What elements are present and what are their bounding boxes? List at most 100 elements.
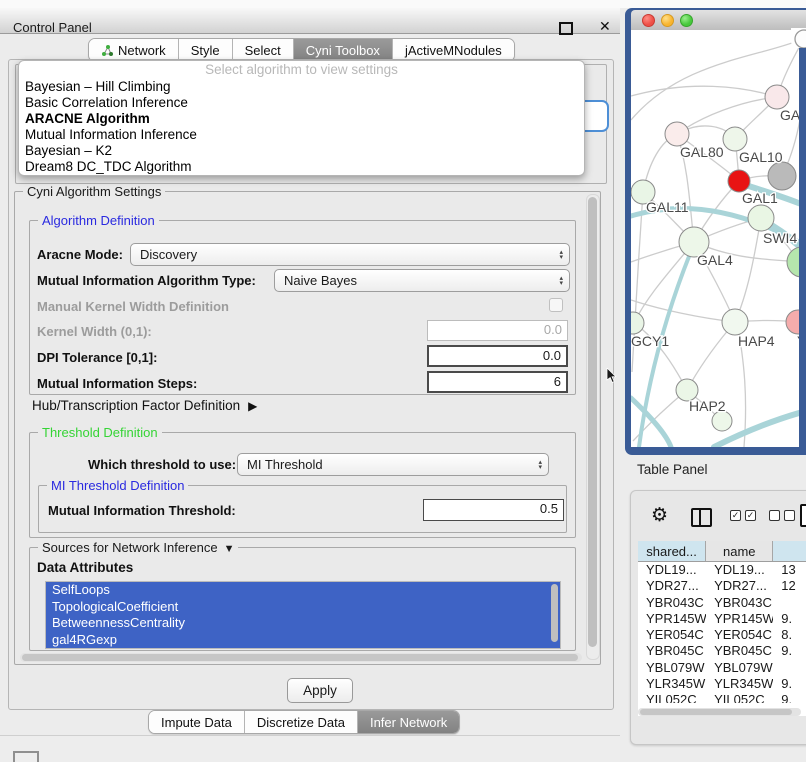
- settings-vscroll-thumb[interactable]: [588, 197, 597, 647]
- algorithm-option-dream8-dc-tdc-algorithm[interactable]: Dream8 DC_TDC Algorithm: [19, 159, 584, 175]
- table-cell: YBR043C: [706, 595, 773, 611]
- table-cell: YBR043C: [638, 595, 706, 611]
- tab-impute-data[interactable]: Impute Data: [149, 711, 245, 733]
- algorithm-option-bayesian-hill-climbing[interactable]: Bayesian – Hill Climbing: [19, 79, 584, 95]
- table-row[interactable]: YBL079WYBL079W: [638, 660, 806, 676]
- columns-icon[interactable]: [691, 508, 712, 527]
- tab-style[interactable]: Style: [179, 39, 233, 61]
- table-cell: 9.: [773, 611, 806, 627]
- tab-cyni-toolbox[interactable]: Cyni Toolbox: [294, 39, 393, 61]
- table-hscroll-thumb[interactable]: [640, 709, 792, 715]
- tab-select[interactable]: Select: [233, 39, 294, 61]
- table-header-row: shared...name: [638, 541, 806, 562]
- network-edge[interactable]: [677, 97, 777, 134]
- network-node-gray-node[interactable]: [768, 162, 796, 190]
- network-edge[interactable]: [735, 218, 761, 322]
- attribute-item-betweennesscentrality[interactable]: BetweennessCentrality: [46, 615, 560, 632]
- network-icon: [101, 44, 114, 57]
- screen: Control Panel ✕ NetworkStyleSelect Cyni T…: [0, 0, 806, 762]
- column-header-extra[interactable]: [773, 541, 806, 561]
- checked-box-icon: ✓: [730, 510, 741, 521]
- network-node-gal1[interactable]: [728, 170, 750, 192]
- table-row[interactable]: YIL052CYIL052C9.: [638, 692, 806, 703]
- network-node-green-right[interactable]: [787, 247, 799, 277]
- settings-hscroll-thumb[interactable]: [22, 654, 578, 661]
- table-cell: YER054C: [706, 627, 773, 643]
- mi-threshold-group: MI Threshold Definition Mutual Informati…: [38, 485, 567, 533]
- table-row[interactable]: YER054CYER054C8.: [638, 627, 806, 643]
- attribute-item-topologicalcoefficient[interactable]: TopologicalCoefficient: [46, 599, 560, 616]
- attribute-item-gal4rgexp[interactable]: gal4RGexp: [46, 632, 560, 649]
- sources-group-title[interactable]: Sources for Network Inference▼: [38, 540, 238, 555]
- expand-right-icon: ▶: [248, 399, 257, 413]
- list-vertical-scrollbar[interactable]: [551, 584, 558, 642]
- close-window-icon[interactable]: [642, 14, 655, 27]
- mi-steps-field[interactable]: 6: [427, 371, 568, 393]
- column-header-shared[interactable]: shared...: [638, 541, 706, 561]
- algorithm-option-bayesian-k2[interactable]: Bayesian – K2: [19, 143, 584, 159]
- network-node-bottom-node[interactable]: [712, 411, 732, 431]
- mi-threshold-field[interactable]: 0.5: [423, 499, 564, 521]
- table-row[interactable]: YDL19...YDL19...13: [638, 562, 806, 578]
- network-canvas[interactable]: GALGAL80GAL10GAL1GAL11SWI4GAL4GCY1HAP4YH…: [631, 30, 799, 447]
- table-horizontal-scrollbar[interactable]: [638, 708, 801, 716]
- network-node-label: HAP2: [689, 398, 726, 414]
- mi-type-select[interactable]: Naive Bayes ▴▾: [274, 269, 570, 292]
- settings-horizontal-scrollbar[interactable]: [20, 653, 582, 662]
- apply-button[interactable]: Apply: [287, 678, 353, 703]
- table-row[interactable]: YBR045CYBR045C9.: [638, 643, 806, 659]
- network-window-titlebar[interactable]: [631, 10, 806, 31]
- manual-kernel-checkbox[interactable]: [549, 298, 563, 312]
- network-node-pink-right[interactable]: [786, 310, 799, 334]
- gear-icon[interactable]: ⚙: [651, 506, 668, 525]
- tab-jactivemnodules[interactable]: jActiveMNodules: [393, 39, 514, 61]
- settings-group-title: Cyni Algorithm Settings: [23, 184, 165, 199]
- table-cell: YPR145W: [638, 611, 706, 627]
- unselect-all-columns-icon[interactable]: [769, 510, 795, 521]
- network-node-gal-top[interactable]: [765, 85, 789, 109]
- close-panel-icon[interactable]: ✕: [599, 18, 611, 35]
- collapse-down-icon: ▼: [224, 543, 235, 555]
- table-cell: 8.: [773, 627, 806, 643]
- table-row[interactable]: YPR145WYPR145W9.: [638, 611, 806, 627]
- tab-infer-network[interactable]: Infer Network: [358, 711, 459, 733]
- checked-box-icon: ✓: [745, 510, 756, 521]
- network-node-gal80[interactable]: [665, 122, 689, 146]
- table-row[interactable]: YBR043CYBR043C: [638, 595, 806, 611]
- network-node-gal10[interactable]: [723, 127, 747, 151]
- network-node-swi4[interactable]: [748, 205, 774, 231]
- table-row[interactable]: YDR27...YDR27...12: [638, 578, 806, 594]
- network-edge[interactable]: [631, 86, 777, 97]
- tab-label: Cyni Toolbox: [306, 43, 380, 58]
- algorithm-option-mutual-information-inference[interactable]: Mutual Information Inference: [19, 127, 584, 143]
- hub-definition-toggle[interactable]: Hub/Transcription Factor Definition▶: [32, 398, 257, 413]
- table-row[interactable]: YLR345WYLR345W9.: [638, 676, 806, 692]
- control-panel-titlebar: Control Panel ✕: [0, 8, 620, 34]
- network-node-gcy1[interactable]: [631, 312, 644, 334]
- mouse-cursor: [606, 368, 618, 384]
- settings-vertical-scrollbar[interactable]: [586, 194, 600, 660]
- float-panel-icon[interactable]: [559, 22, 573, 35]
- network-graph: GALGAL80GAL10GAL1GAL11SWI4GAL4GCY1HAP4YH…: [631, 30, 799, 447]
- algorithm-dropdown-popup: Select algorithm to view settings Bayesi…: [18, 60, 585, 176]
- select-all-columns-icon[interactable]: ✓ ✓: [730, 510, 756, 521]
- network-node-hap4[interactable]: [722, 309, 748, 335]
- dpi-tolerance-field[interactable]: 0.0: [427, 345, 568, 367]
- aracne-mode-select[interactable]: Discovery ▴▾: [130, 243, 570, 266]
- zoom-window-icon[interactable]: [680, 14, 693, 27]
- network-edge[interactable]: [631, 300, 735, 322]
- kernel-width-field[interactable]: 0.0: [427, 320, 568, 341]
- new-table-icon[interactable]: [800, 504, 806, 527]
- attribute-item-selfloops[interactable]: SelfLoops: [46, 582, 560, 599]
- collapsed-panel-icon[interactable]: [13, 751, 39, 762]
- algorithm-option-basic-correlation-inference[interactable]: Basic Correlation Inference: [19, 95, 584, 111]
- mi-threshold-group-title: MI Threshold Definition: [47, 478, 188, 493]
- unchecked-box-icon: [769, 510, 780, 521]
- minimize-window-icon[interactable]: [661, 14, 674, 27]
- algorithm-option-aracne-algorithm[interactable]: ARACNE Algorithm: [19, 111, 584, 127]
- column-header-name[interactable]: name: [706, 541, 773, 561]
- which-threshold-select[interactable]: MI Threshold ▴▾: [237, 453, 549, 476]
- data-attributes-list[interactable]: SelfLoopsTopologicalCoefficientBetweenne…: [45, 581, 561, 649]
- tab-discretize-data[interactable]: Discretize Data: [245, 711, 358, 733]
- tab-network[interactable]: Network: [89, 39, 179, 61]
